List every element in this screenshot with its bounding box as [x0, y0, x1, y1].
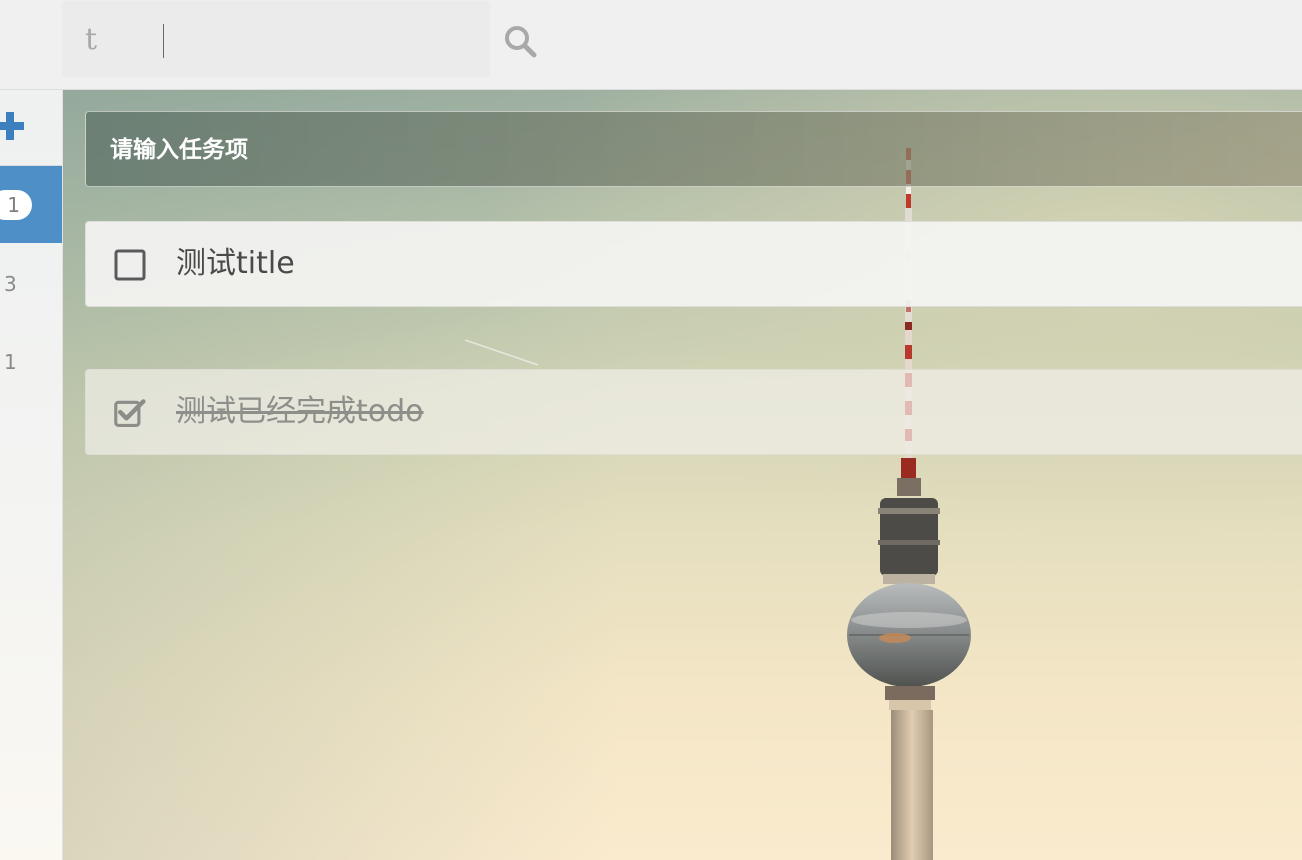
checkbox-checked-icon[interactable] — [114, 397, 146, 429]
search-icon[interactable] — [503, 24, 537, 58]
todo-item-completed[interactable]: 测试已经完成todo — [85, 369, 1302, 455]
count-badge: 1 — [0, 190, 32, 220]
sidebar: 1 3 1 — [0, 90, 63, 860]
search-box[interactable] — [63, 2, 537, 76]
plus-icon — [0, 112, 24, 140]
task-input[interactable] — [110, 130, 1010, 170]
main-panel: 测试title 测试已经完成todo — [63, 90, 1302, 860]
add-list-button[interactable] — [0, 90, 62, 166]
sidebar-item-list-2[interactable]: 3 — [0, 244, 62, 321]
top-bar — [0, 0, 1302, 90]
task-input-box[interactable] — [85, 111, 1302, 187]
search-input[interactable] — [85, 16, 415, 62]
todo-title: 测试已经完成todo — [176, 394, 424, 429]
sidebar-item-list-1[interactable]: 1 — [0, 166, 62, 243]
checkbox-unchecked-icon[interactable] — [114, 249, 146, 281]
todo-app: 1 3 1 — [0, 0, 1302, 860]
count-label: 1 — [4, 350, 17, 374]
background-tower-image — [464, 148, 971, 860]
todo-title: 测试title — [176, 246, 295, 281]
count-label: 3 — [4, 272, 17, 296]
todo-item[interactable]: 测试title — [85, 221, 1302, 307]
text-caret — [163, 24, 164, 58]
sidebar-item-list-3[interactable]: 1 — [0, 322, 62, 399]
